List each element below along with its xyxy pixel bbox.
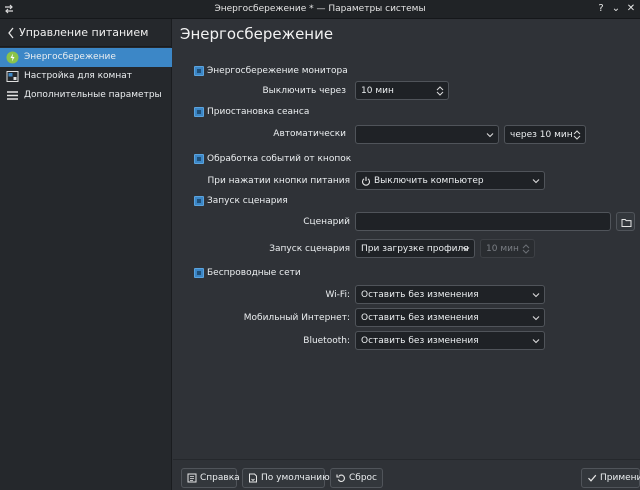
chevron-down-icon [532,179,540,184]
power-button-label: При нажатии кнопки питания [207,176,350,186]
sidebar-item-label: Дополнительные параметры [24,90,162,100]
run-script-delay-spinbox[interactable]: 10 мин [480,239,535,258]
menu-icon [7,91,18,100]
minimize-icon[interactable]: ⌄ [609,2,623,16]
chevron-down-icon [462,247,470,252]
wifi-action-dropdown[interactable]: Оставить без изменения [355,285,545,304]
reset-button-label: Сброс [349,473,378,483]
defaults-button-label: По умолчанию [261,473,330,483]
button-events-label: Обработка событий от кнопок [207,154,352,164]
checkmark-icon [588,474,597,482]
power-button-action-dropdown[interactable]: Выключить компьютер [355,171,545,190]
document-revert-icon [249,473,257,483]
page-title: Энергосбережение [180,25,334,43]
turn-off-after-label: Выключить через [262,86,346,96]
chevron-down-icon [532,293,540,298]
mobile-internet-action-dropdown[interactable]: Оставить без изменения [355,308,545,327]
sidebar: Управление питанием Энергосбережение Нас… [0,19,172,490]
power-button-action-value: Выключить компьютер [374,176,484,186]
sidebar-item-label: Энергосбережение [24,52,116,62]
battery-icon [6,51,19,64]
monitor-saving-checkbox[interactable] [194,66,204,76]
run-script-when-value: При загрузке профиля [361,244,469,254]
wireless-checkbox[interactable] [194,268,204,278]
power-icon [361,176,371,186]
help-icon[interactable]: ? [594,2,608,16]
run-script-checkbox[interactable] [194,196,204,206]
spin-arrows-icon [522,244,530,254]
turn-off-after-value: 10 мин [361,86,394,96]
run-script-when-label: Запуск сценария [269,244,350,254]
undo-icon [336,474,345,482]
reset-button[interactable]: Сброс [330,468,383,488]
bluetooth-action-dropdown[interactable]: Оставить без изменения [355,331,545,350]
mobile-internet-action-value: Оставить без изменения [361,313,479,323]
sidebar-item-activities[interactable]: Настройка для комнат [0,67,172,86]
button-events-checkbox[interactable] [194,154,204,164]
browse-folder-button[interactable] [616,212,635,231]
apply-button-label: Применить [600,473,640,483]
wifi-action-value: Оставить без изменения [361,290,479,300]
chevron-down-icon [532,316,540,321]
footer-separator [173,459,640,460]
window-titlebar: Энергосбережение * — Параметры системы ?… [0,0,640,19]
help-book-icon [187,473,197,483]
spin-arrows-icon[interactable] [436,85,444,97]
back-arrow-icon[interactable] [6,26,16,40]
sidebar-header[interactable]: Управление питанием [0,19,172,47]
script-label: Сценарий [303,217,350,227]
session-suspend-label: Приостановка сеанса [207,107,310,117]
sidebar-item-label: Настройка для комнат [24,71,132,81]
run-script-delay-value: 10 мин [486,244,519,254]
run-script-label: Запуск сценария [207,196,288,206]
folder-icon [621,219,632,227]
monitor-saving-label: Энергосбережение монитора [207,66,348,76]
sidebar-item-energy-saving[interactable]: Энергосбережение [0,48,172,67]
bluetooth-action-value: Оставить без изменения [361,336,479,346]
close-icon[interactable]: ✕ [624,2,638,16]
wireless-label: Беспроводные сети [207,268,301,278]
help-button[interactable]: Справка [181,468,240,488]
bluetooth-label: Bluetooth: [303,336,350,346]
suspend-delay-spinbox[interactable]: через 10 мин [504,125,586,144]
turn-off-after-spinbox[interactable]: 10 мин [355,81,449,100]
mobile-internet-label: Мобильный Интернет: [243,313,350,323]
help-button-label: Справка [200,473,240,483]
run-script-when-dropdown[interactable]: При загрузке профиля [355,239,475,258]
automatic-label: Автоматически [273,129,346,139]
sidebar-item-advanced[interactable]: Дополнительные параметры [0,86,172,105]
suspend-delay-value: через 10 мин [510,130,573,140]
session-suspend-checkbox[interactable] [194,107,204,117]
automatic-action-dropdown[interactable] [355,125,499,144]
window-title: Энергосбережение * — Параметры системы [214,4,426,14]
main-content: Энергосбережение Энергосбережение монито… [173,19,640,490]
wifi-label: Wi-Fi: [325,290,350,300]
chevron-down-icon [532,339,540,344]
apply-button[interactable]: Применить [581,468,640,488]
chevron-down-icon [486,133,494,138]
defaults-button[interactable]: По умолчанию [242,468,330,488]
activities-icon [6,71,19,82]
script-path-input[interactable] [355,212,611,231]
sidebar-header-label: Управление питанием [19,26,149,39]
spin-arrows-icon[interactable] [573,129,581,141]
